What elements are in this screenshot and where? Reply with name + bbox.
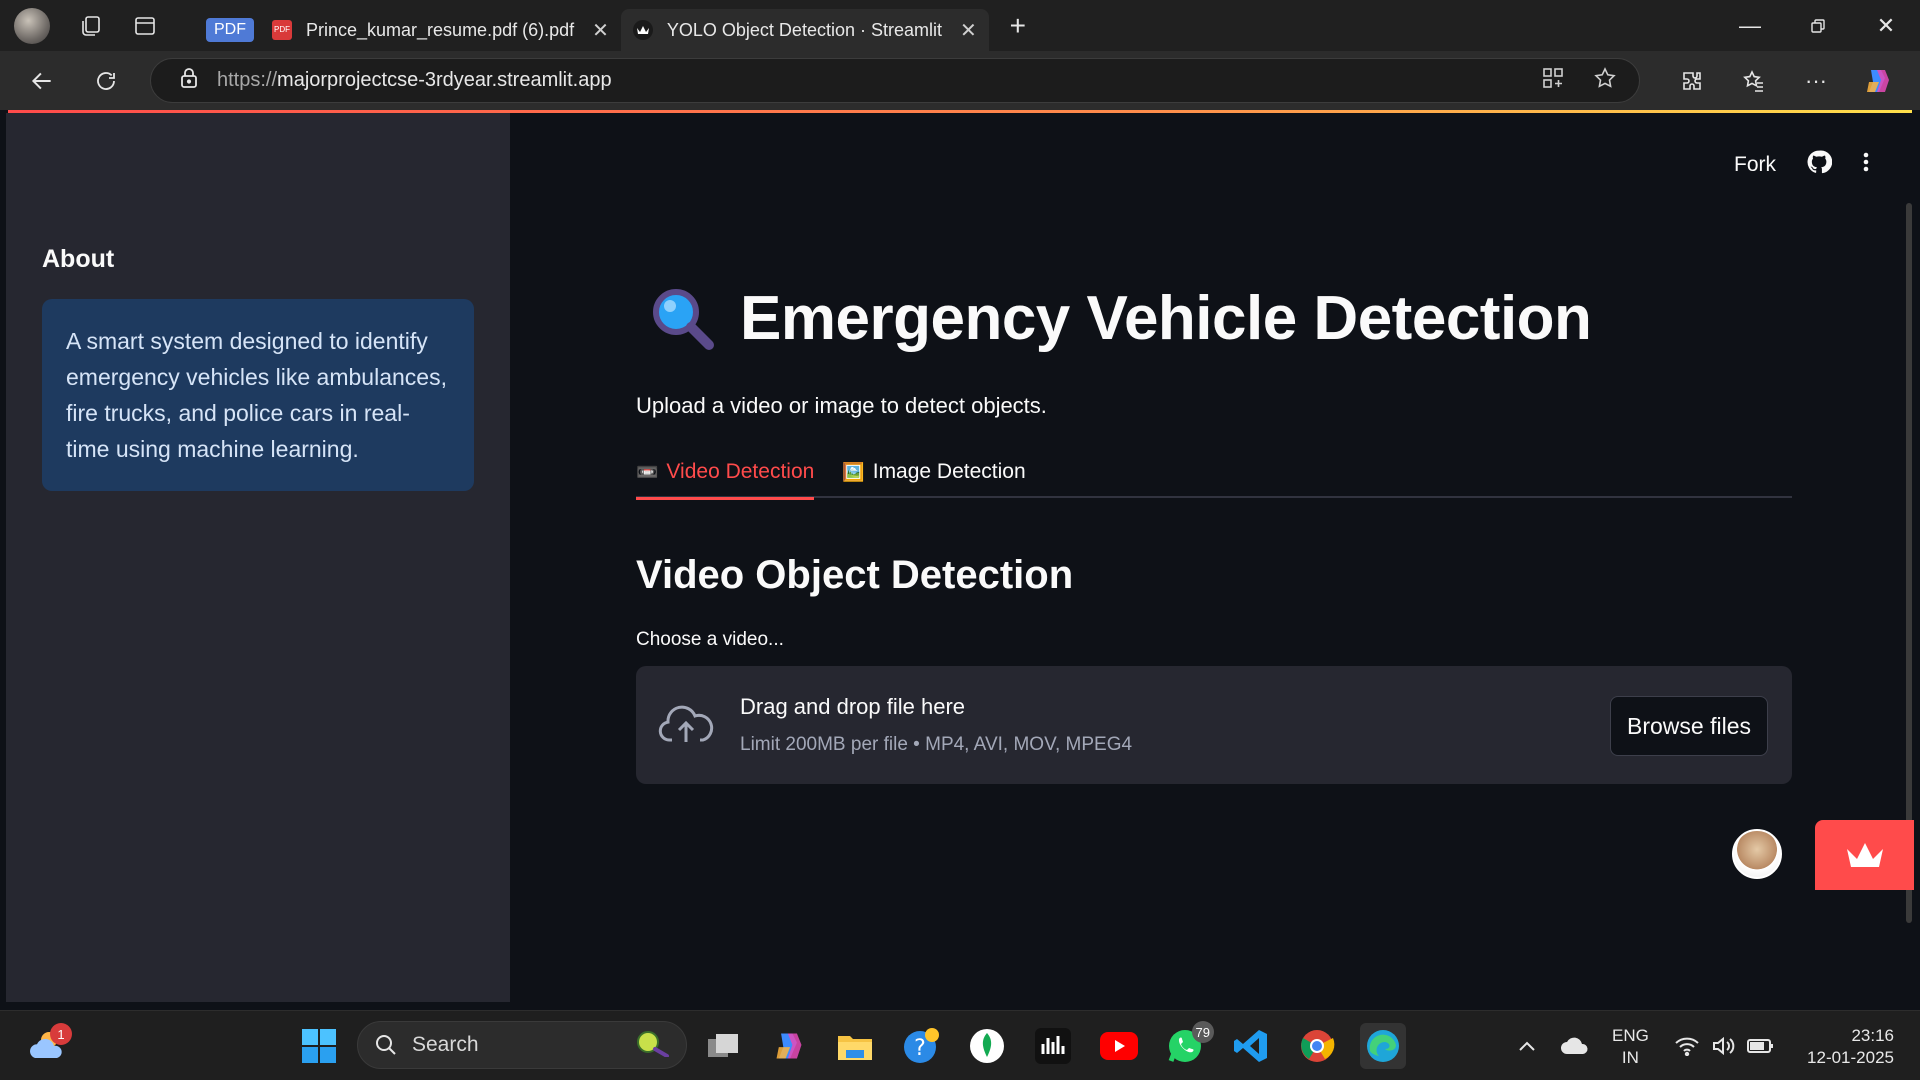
browser-toolbar-right: ··· (1666, 51, 1920, 110)
search-highlight-icon (634, 1027, 672, 1063)
close-tab-icon[interactable]: ✕ (960, 18, 977, 43)
start-windows-icon[interactable] (296, 1023, 342, 1069)
file-dropzone[interactable]: Drag and drop file here Limit 200MB per … (636, 666, 1792, 784)
taskbar: 1 Search ? 79 ENG IN 23:16 12-01-2025 (0, 1010, 1920, 1080)
sidebar-heading: About (42, 245, 115, 273)
vscode-icon[interactable] (1228, 1023, 1274, 1069)
refresh-icon[interactable] (84, 59, 128, 103)
tab-resume-pdf[interactable]: PDF Prince_kumar_resume.pdf (6).pdf ✕ (260, 9, 621, 51)
favorite-star-icon[interactable] (1593, 66, 1617, 95)
weather-badge: 1 (50, 1023, 72, 1045)
battery-icon[interactable] (1738, 1023, 1784, 1069)
tab-streamlit-app[interactable]: YOLO Object Detection · Streamlit ✕ (620, 9, 989, 51)
fork-link[interactable]: Fork (1734, 153, 1776, 177)
streamlit-app: About A smart system designed to identif… (6, 113, 1914, 1002)
pdf-file-icon: PDF (272, 20, 292, 40)
search-placeholder: Search (412, 1033, 479, 1056)
back-icon[interactable] (20, 59, 64, 103)
audio-app-icon[interactable] (1030, 1023, 1076, 1069)
tab-video-detection[interactable]: 📼 Video Detection (636, 458, 815, 500)
language-code: ENG (1612, 1026, 1649, 1045)
url-text: https://majorprojectcse-3rdyear.streamli… (217, 69, 612, 91)
github-icon[interactable] (1806, 149, 1833, 181)
detection-tabs: 📼 Video Detection 🖼️ Image Detection (636, 458, 1792, 500)
framed-picture-icon: 🖼️ (842, 461, 865, 482)
edge-browser-icon[interactable] (1360, 1023, 1406, 1069)
close-window-icon[interactable]: ✕ (1852, 0, 1920, 51)
language-indicator[interactable]: ENG IN (1612, 1025, 1649, 1069)
address-toolbar: https://majorprojectcse-3rdyear.streamli… (0, 51, 1920, 110)
window-controls: — ✕ (1716, 0, 1920, 51)
magnifier-icon (648, 284, 718, 354)
youtube-icon[interactable] (1096, 1023, 1142, 1069)
taskbar-search[interactable]: Search (357, 1021, 687, 1069)
system-clock[interactable]: 23:16 12-01-2025 (1794, 1025, 1894, 1069)
copilot-app-icon[interactable] (766, 1023, 812, 1069)
file-explorer-icon[interactable] (832, 1023, 878, 1069)
tab-actions-icon[interactable] (128, 9, 162, 43)
task-view-icon[interactable] (700, 1023, 746, 1069)
browser-tab-bar: PDF PDF Prince_kumar_resume.pdf (6).pdf … (0, 0, 1920, 51)
main-menu-icon[interactable] (1862, 150, 1870, 180)
streamlit-favicon-icon (632, 20, 653, 40)
page-title-row: Emergency Vehicle Detection (648, 283, 1592, 354)
whatsapp-icon[interactable]: 79 (1162, 1021, 1214, 1069)
cloud-upload-icon (658, 702, 714, 751)
new-tab-icon[interactable]: + (1001, 9, 1035, 43)
tab-title: YOLO Object Detection · Streamlit (666, 19, 942, 40)
tab-image-detection[interactable]: 🖼️ Image Detection (842, 458, 1025, 498)
chrome-icon[interactable] (1294, 1023, 1340, 1069)
dropzone-limit: Limit 200MB per file • MP4, AVI, MOV, MP… (740, 734, 1133, 755)
page-scrollbar[interactable] (1906, 203, 1912, 923)
collections-icon[interactable] (74, 9, 108, 43)
clock-date: 12-01-2025 (1807, 1048, 1894, 1067)
app-header-actions: Fork (1734, 149, 1870, 181)
streamlit-badge[interactable] (1815, 820, 1914, 890)
restore-icon[interactable] (1784, 0, 1852, 51)
user-avatar[interactable] (1732, 829, 1782, 879)
section-title: Video Object Detection (636, 553, 1074, 597)
lock-icon[interactable] (179, 67, 199, 94)
uploader-label: Choose a video... (636, 629, 784, 650)
videocassette-icon: 📼 (636, 461, 659, 482)
extensions-icon[interactable] (1666, 59, 1718, 103)
browse-files-button[interactable]: Browse files (1610, 696, 1768, 756)
region-code: IN (1621, 1048, 1639, 1067)
screen: PDF PDF Prince_kumar_resume.pdf (6).pdf … (0, 0, 1920, 1080)
copilot-icon[interactable] (1852, 59, 1904, 103)
more-options-icon[interactable]: ··· (1790, 59, 1842, 103)
dropzone-instructions: Drag and drop file here (740, 694, 966, 719)
sidebar-info-box: A smart system designed to identify emer… (42, 299, 474, 491)
search-icon (376, 1035, 396, 1055)
whatsapp-badge: 79 (1191, 1021, 1214, 1043)
page-title: Emergency Vehicle Detection (740, 284, 1592, 353)
profile-avatar[interactable] (14, 7, 50, 44)
app-available-icon[interactable] (1541, 66, 1565, 95)
sidebar: About A smart system designed to identif… (6, 113, 510, 1002)
favorites-icon[interactable] (1728, 59, 1780, 103)
tab-label: Video Detection (666, 460, 815, 483)
onedrive-icon[interactable] (1552, 1023, 1598, 1069)
svg-text:?: ? (914, 1036, 926, 1061)
weather-widget-icon[interactable]: 1 (24, 1023, 72, 1069)
show-hidden-icons-chevron-icon[interactable] (1504, 1023, 1550, 1069)
clock-time: 23:16 (1851, 1026, 1894, 1045)
get-help-icon[interactable]: ? (898, 1023, 944, 1069)
url-actions (1541, 66, 1617, 95)
mongodb-icon[interactable] (964, 1023, 1010, 1069)
page-subtitle: Upload a video or image to detect object… (636, 393, 1047, 418)
url-bar[interactable]: https://majorprojectcse-3rdyear.streamli… (150, 58, 1640, 103)
tab-title: Prince_kumar_resume.pdf (6).pdf (306, 19, 575, 40)
minimize-icon[interactable]: — (1716, 0, 1784, 51)
tab-label: Image Detection (872, 460, 1026, 483)
close-tab-icon[interactable]: ✕ (592, 18, 609, 43)
pdf-group-label: PDF (206, 18, 254, 42)
tab-pdf-group[interactable]: PDF (200, 9, 260, 51)
